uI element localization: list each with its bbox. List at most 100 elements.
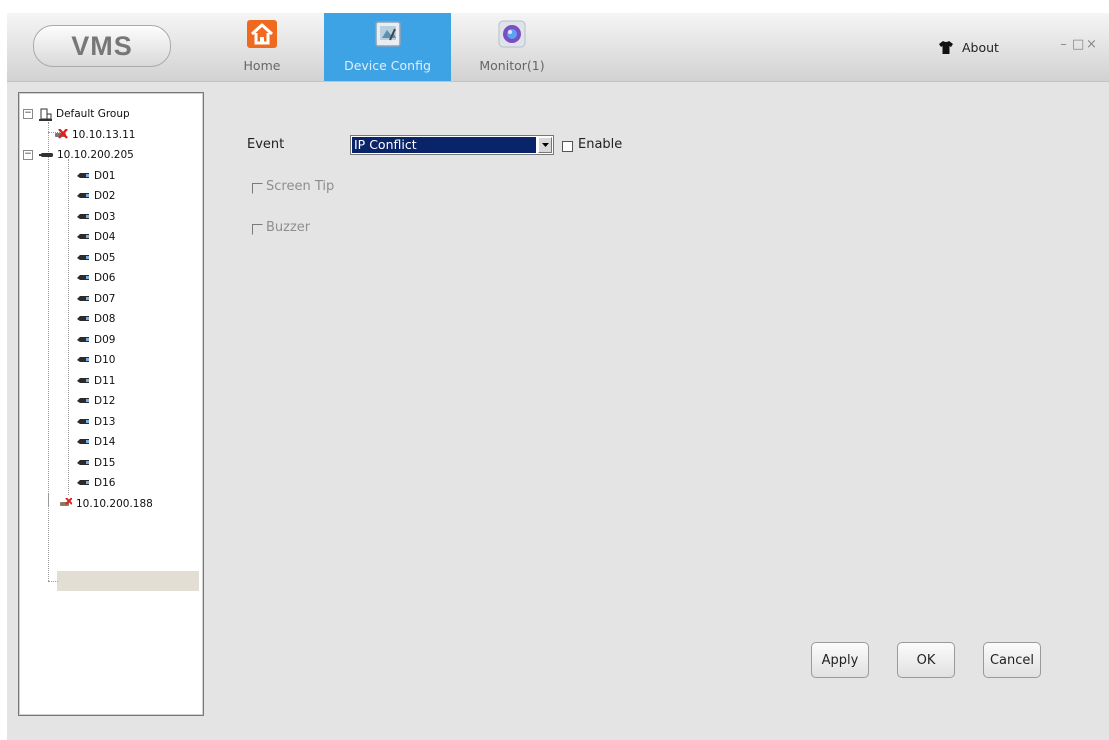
tree-node-label: D05 — [94, 251, 116, 264]
tree-channel[interactable]: D02 — [76, 187, 115, 205]
tree-channel[interactable]: D16 — [76, 474, 115, 492]
camera-channel-icon — [77, 172, 89, 178]
buzzer-label: Buzzer — [266, 220, 311, 235]
dropdown-arrow-icon[interactable] — [538, 137, 552, 153]
app-logo: VMS — [33, 25, 171, 67]
minimize-button[interactable]: – — [1058, 37, 1072, 52]
device-config-icon — [374, 21, 401, 47]
tree-channel[interactable]: D10 — [76, 351, 115, 369]
enable-label: Enable — [578, 137, 623, 152]
tree-channel[interactable]: D15 — [76, 454, 115, 472]
tree-node-label: D03 — [94, 210, 116, 223]
window-controls: – □× — [1058, 37, 1100, 52]
group-icon — [39, 108, 52, 121]
tree-node-label: D02 — [94, 190, 116, 202]
tree-line — [48, 122, 49, 506]
enable-checkbox[interactable] — [562, 141, 573, 152]
tree-node-label: D11 — [94, 374, 116, 387]
tab-device-config[interactable]: Device Config — [324, 13, 451, 81]
monitor-icon — [498, 20, 526, 48]
event-label: Event — [247, 137, 285, 152]
screen-tip-checkbox[interactable] — [252, 183, 263, 194]
camera-channel-icon — [77, 213, 89, 219]
top-bar: VMS Home Device Config Monitor(1) About … — [7, 13, 1109, 82]
event-dropdown-value: IP Conflict — [352, 137, 536, 153]
tree-node-label: D01 — [94, 169, 116, 182]
device-offline-icon — [55, 129, 68, 139]
tree-node-label: D09 — [94, 333, 116, 346]
tree-node-label: D08 — [94, 313, 116, 325]
tree-channel[interactable]: D13 — [76, 413, 115, 431]
tree-channel[interactable]: D12 — [76, 392, 115, 410]
tree-line — [48, 581, 58, 582]
tree-node-label: D15 — [94, 456, 116, 469]
camera-channel-icon — [77, 357, 89, 362]
tree-node-label: D04 — [94, 231, 116, 243]
camera-channel-icon — [77, 193, 89, 198]
tree-device[interactable]: 10.10.200.205 — [39, 146, 134, 164]
tree-channel[interactable]: D06 — [76, 269, 115, 287]
tree-node-label: 10.10.13.11 — [72, 128, 136, 141]
camera-channel-icon — [77, 336, 89, 342]
camera-channel-icon — [77, 254, 89, 260]
tree-channel[interactable]: D05 — [76, 249, 115, 267]
camera-channel-icon — [77, 459, 89, 465]
tree-line — [48, 493, 49, 581]
camera-channel-icon — [77, 439, 89, 444]
tab-home-label: Home — [243, 58, 281, 73]
collapse-toggle[interactable]: − — [23, 150, 33, 160]
device-tree[interactable]: Default Group − 10.10.13.11 10.10.200.205 − D… — [18, 92, 204, 716]
camera-channel-icon — [77, 377, 89, 383]
tree-node-label: D14 — [94, 436, 116, 448]
camera-channel-icon — [77, 398, 89, 403]
tab-monitor-label: Monitor(1) — [479, 58, 545, 73]
about-button[interactable]: About — [939, 40, 999, 55]
tree-device-selected[interactable]: 10.10.200.188 — [60, 495, 153, 513]
tab-home[interactable]: Home — [233, 13, 291, 81]
tree-node-label: 10.10.200.205 — [57, 149, 134, 161]
tree-selection-highlight — [57, 571, 199, 591]
apply-button[interactable]: Apply — [811, 642, 869, 678]
tree-node-label: D16 — [94, 477, 116, 489]
app-window: VMS Home Device Config Monitor(1) About … — [7, 13, 1109, 740]
tree-channel[interactable]: D07 — [76, 290, 115, 308]
tree-node-label: D07 — [94, 292, 116, 305]
screen-tip-label: Screen Tip — [266, 179, 335, 194]
camera-channel-icon — [77, 234, 89, 239]
camera-channel-icon — [77, 295, 89, 301]
tree-channel[interactable]: D14 — [76, 433, 115, 451]
tree-node-label: D10 — [94, 354, 116, 366]
tab-device-config-label: Device Config — [344, 58, 431, 73]
event-dropdown[interactable]: IP Conflict — [350, 135, 554, 155]
tree-node-label: D12 — [94, 395, 116, 407]
shirt-icon — [939, 41, 953, 54]
tree-node-label: Default Group — [56, 108, 130, 120]
camera-channel-icon — [77, 418, 89, 424]
close-button[interactable]: × — [1086, 37, 1100, 52]
tab-monitor[interactable]: Monitor(1) — [462, 13, 562, 81]
camera-channel-icon — [77, 316, 89, 321]
camera-channel-icon — [77, 275, 89, 280]
tree-node-label: D13 — [94, 415, 116, 428]
about-label: About — [962, 40, 999, 55]
tree-channel[interactable]: D09 — [76, 331, 115, 349]
tree-channel[interactable]: D08 — [76, 310, 115, 328]
tree-channel[interactable]: D04 — [76, 228, 115, 246]
tree-node-label: 10.10.200.188 — [76, 497, 153, 510]
maximize-button[interactable]: □ — [1072, 37, 1086, 52]
tree-node-label: D06 — [94, 272, 116, 284]
tree-channel[interactable]: D11 — [76, 372, 115, 390]
device-alert-icon — [60, 497, 72, 506]
tree-line — [68, 159, 69, 495]
cancel-button[interactable]: Cancel — [983, 642, 1041, 678]
tree-channel[interactable]: D03 — [76, 208, 115, 226]
ok-button[interactable]: OK — [897, 642, 955, 678]
buzzer-checkbox[interactable] — [252, 224, 263, 235]
tree-group-default[interactable]: Default Group — [39, 105, 130, 123]
home-icon — [247, 20, 277, 48]
device-online-icon — [39, 153, 53, 157]
collapse-toggle[interactable]: − — [23, 109, 33, 119]
tree-device[interactable]: 10.10.13.11 — [55, 126, 135, 144]
tree-channel[interactable]: D01 — [76, 167, 115, 185]
camera-channel-icon — [77, 480, 89, 485]
